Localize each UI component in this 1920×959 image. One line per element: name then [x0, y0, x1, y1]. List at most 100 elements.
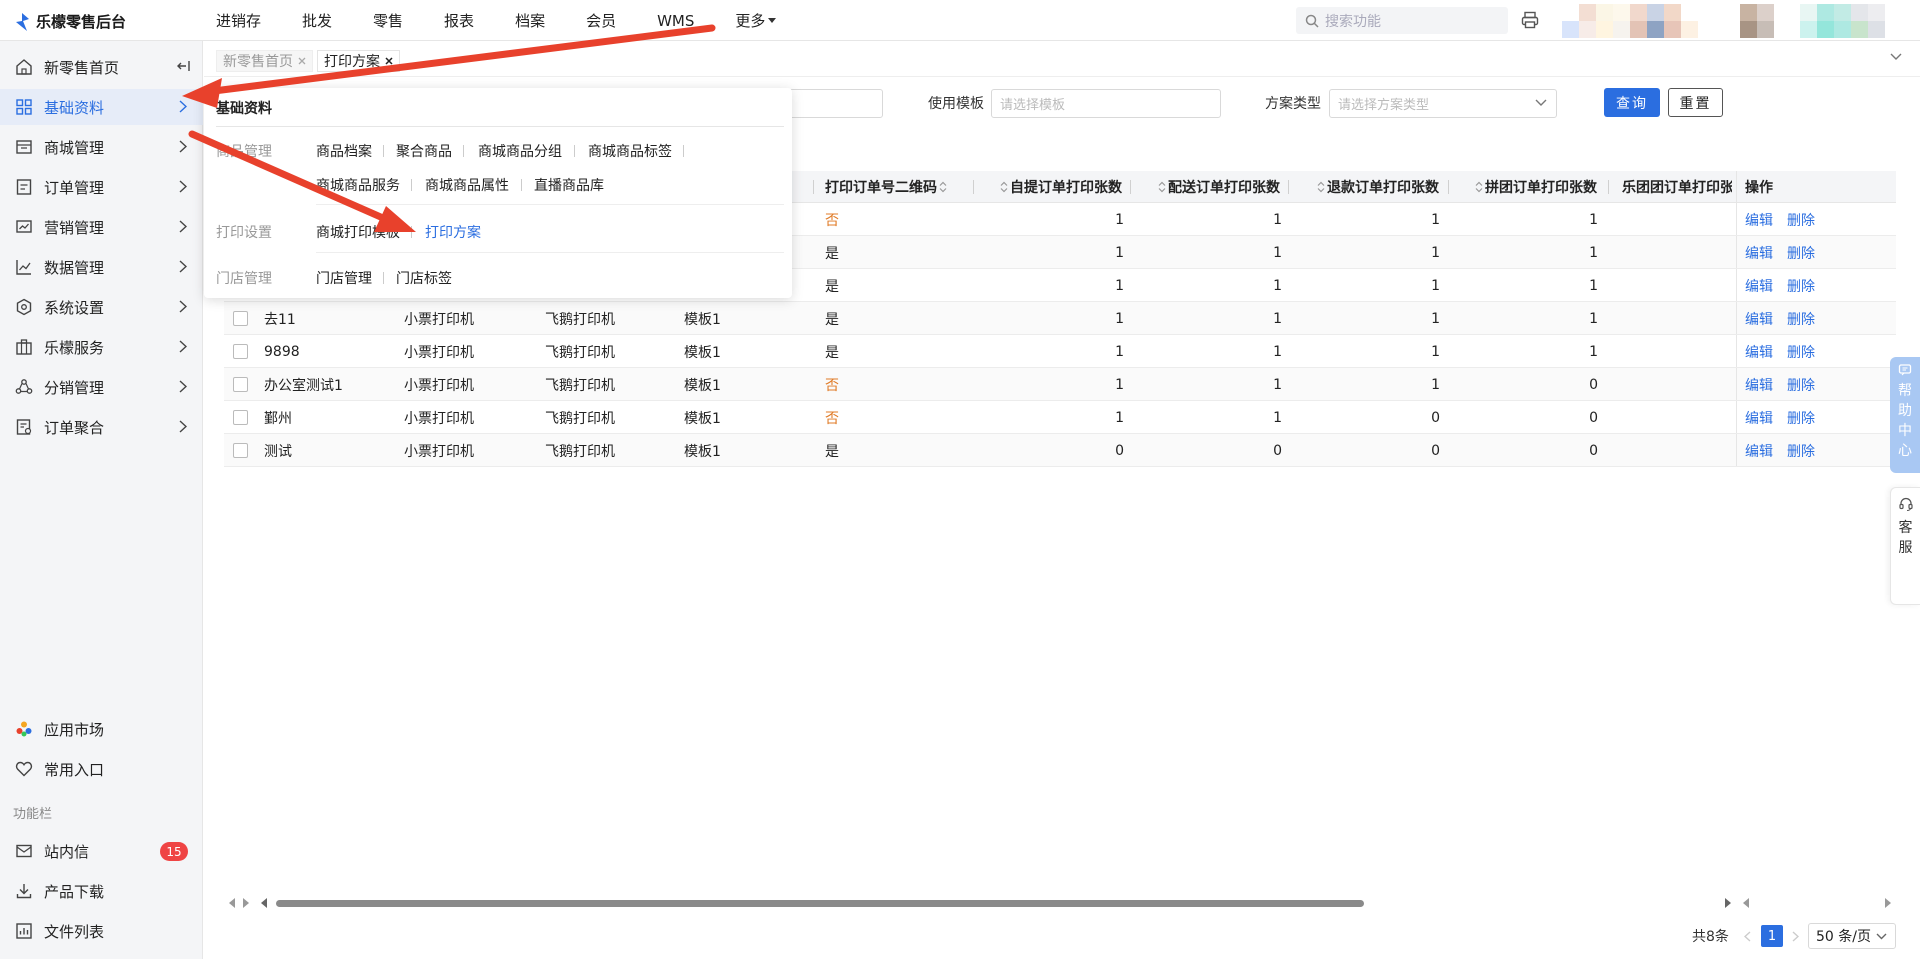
column-header-refund[interactable]: 退款订单打印张数	[1317, 171, 1449, 203]
menu-link-mall-goods-group[interactable]: 商城商品分组	[478, 141, 562, 161]
printer-icon[interactable]	[1521, 11, 1539, 29]
column-header-group-tour[interactable]: 乐团团订单打印张	[1620, 171, 1732, 203]
function-search-input[interactable]: 搜索功能	[1296, 7, 1508, 34]
tab-home[interactable]: 新零售首页	[216, 50, 313, 72]
scrollbar-thumb[interactable]	[276, 900, 1364, 907]
delete-link[interactable]: 删除	[1787, 375, 1815, 395]
scroll-left-icon[interactable]	[228, 898, 236, 908]
cell-qr: 否	[825, 377, 839, 394]
app-logo[interactable]: 乐檬零售后台	[14, 11, 126, 32]
sidebar-item-orders[interactable]: 订单管理	[0, 169, 203, 205]
sort-icon[interactable]	[1158, 181, 1166, 193]
row-checkbox[interactable]	[233, 377, 248, 392]
close-icon[interactable]	[385, 57, 393, 65]
sidebar-item-messages[interactable]: 站内信 15	[0, 833, 203, 869]
menu-link-live-goods[interactable]: 直播商品库	[534, 175, 604, 195]
topnav-item-reports[interactable]: 报表	[444, 10, 474, 31]
topnav-item-archive[interactable]: 档案	[515, 10, 545, 31]
tabs-dropdown-icon[interactable]	[1890, 53, 1902, 61]
cell-printer-type: 小票打印机	[404, 410, 474, 427]
edit-link[interactable]: 编辑	[1745, 342, 1773, 362]
sidebar-item-data[interactable]: 数据管理	[0, 249, 203, 285]
column-header-pickup[interactable]: 自提订单打印张数	[1000, 171, 1132, 203]
sort-icon[interactable]	[1000, 181, 1008, 193]
sidebar-item-mall[interactable]: 商城管理	[0, 129, 203, 165]
sidebar-item-favorites[interactable]: 常用入口	[0, 751, 203, 787]
next-page-icon[interactable]	[1792, 931, 1799, 942]
menu-link-mall-goods-tag[interactable]: 商城商品标签	[588, 141, 672, 161]
topnav-item-wms[interactable]: WMS	[657, 12, 694, 30]
edit-link[interactable]: 编辑	[1745, 243, 1773, 263]
sidebar-item-order-aggregation[interactable]: 订单聚合	[0, 409, 203, 445]
chevron-right-icon	[179, 340, 187, 353]
sidebar-item-file-list[interactable]: 文件列表	[0, 913, 203, 949]
column-header-delivery[interactable]: 配送订单打印张数	[1158, 171, 1290, 203]
page-size-select[interactable]: 50 条/页	[1808, 923, 1896, 949]
type-filter-select[interactable]: 请选择方案类型	[1329, 89, 1557, 118]
edit-link[interactable]: 编辑	[1745, 309, 1773, 329]
topnav-item-inventory[interactable]: 进销存	[216, 10, 261, 31]
store-icon	[14, 137, 34, 157]
column-header-qr[interactable]: 打印订单号二维码	[825, 171, 950, 203]
sidebar-item-marketing[interactable]: 营销管理	[0, 209, 203, 245]
row-checkbox[interactable]	[233, 311, 248, 326]
scroll-left-icon[interactable]	[1742, 898, 1750, 908]
topnav-item-wholesale[interactable]: 批发	[302, 10, 332, 31]
delete-link[interactable]: 删除	[1787, 276, 1815, 296]
menu-link-mall-print-template[interactable]: 商城打印模板	[316, 222, 400, 242]
delete-link[interactable]: 删除	[1787, 210, 1815, 230]
menu-link-mall-goods-attr[interactable]: 商城商品属性	[425, 175, 509, 195]
cell-refund: 0	[1431, 409, 1440, 426]
edit-link[interactable]: 编辑	[1745, 276, 1773, 296]
delete-link[interactable]: 删除	[1787, 309, 1815, 329]
sidebar-item-services[interactable]: 乐檬服务	[0, 329, 203, 365]
menu-link-mall-goods-service[interactable]: 商城商品服务	[316, 175, 400, 195]
scroll-right-icon[interactable]	[242, 898, 250, 908]
column-header-group[interactable]: 拼团订单打印张数	[1475, 171, 1607, 203]
help-center-tab[interactable]: 帮 助 中 心	[1890, 357, 1920, 473]
row-checkbox[interactable]	[233, 410, 248, 425]
horizontal-scrollbar[interactable]	[224, 896, 1896, 910]
query-button[interactable]: 查询	[1604, 88, 1660, 117]
sort-icon[interactable]	[939, 181, 947, 193]
sidebar-item-label: 应用市场	[44, 720, 105, 739]
edit-link[interactable]: 编辑	[1745, 375, 1773, 395]
delete-link[interactable]: 删除	[1787, 243, 1815, 263]
sidebar-item-downloads[interactable]: 产品下载	[0, 873, 203, 909]
customer-service-tab[interactable]: 客 服	[1890, 487, 1920, 605]
menu-link-aggregate-goods[interactable]: 聚合商品	[396, 141, 452, 161]
page-number-current[interactable]: 1	[1761, 925, 1783, 947]
template-filter-input[interactable]: 请选择模板	[991, 89, 1221, 118]
menu-link-store-tag[interactable]: 门店标签	[396, 268, 452, 288]
delete-link[interactable]: 删除	[1787, 342, 1815, 362]
sort-icon[interactable]	[1475, 181, 1483, 193]
collapse-sidebar-icon[interactable]	[177, 59, 191, 73]
edit-link[interactable]: 编辑	[1745, 408, 1773, 428]
cell-name: 办公室测试1	[264, 377, 343, 394]
menu-link-store-management[interactable]: 门店管理	[316, 268, 372, 288]
sidebar-item-basic-data[interactable]: 基础资料	[0, 89, 203, 125]
topnav-item-more[interactable]: 更多	[735, 10, 777, 31]
scroll-right-icon[interactable]	[1884, 898, 1892, 908]
menu-link-print-plan[interactable]: 打印方案	[425, 222, 481, 242]
edit-link[interactable]: 编辑	[1745, 210, 1773, 230]
sort-icon[interactable]	[1317, 181, 1325, 193]
topnav-item-retail[interactable]: 零售	[373, 10, 403, 31]
delete-link[interactable]: 删除	[1787, 441, 1815, 461]
sidebar-item-distribution[interactable]: 分销管理	[0, 369, 203, 405]
edit-link[interactable]: 编辑	[1745, 441, 1773, 461]
prev-page-icon[interactable]	[1744, 931, 1751, 942]
sidebar-item-settings[interactable]: 系统设置	[0, 289, 203, 325]
sidebar-item-app-market[interactable]: 应用市场	[0, 711, 203, 747]
reset-button[interactable]: 重置	[1668, 88, 1723, 117]
delete-link[interactable]: 删除	[1787, 408, 1815, 428]
scroll-right-icon[interactable]	[1724, 898, 1732, 908]
topnav-item-members[interactable]: 会员	[586, 10, 616, 31]
sidebar-item-home[interactable]: 新零售首页	[0, 49, 203, 85]
close-icon[interactable]	[298, 57, 306, 65]
tab-print-plan[interactable]: 打印方案	[317, 50, 400, 72]
menu-link-goods-archive[interactable]: 商品档案	[316, 141, 372, 161]
row-checkbox[interactable]	[233, 344, 248, 359]
row-checkbox[interactable]	[233, 443, 248, 458]
scroll-left-icon[interactable]	[260, 898, 268, 908]
